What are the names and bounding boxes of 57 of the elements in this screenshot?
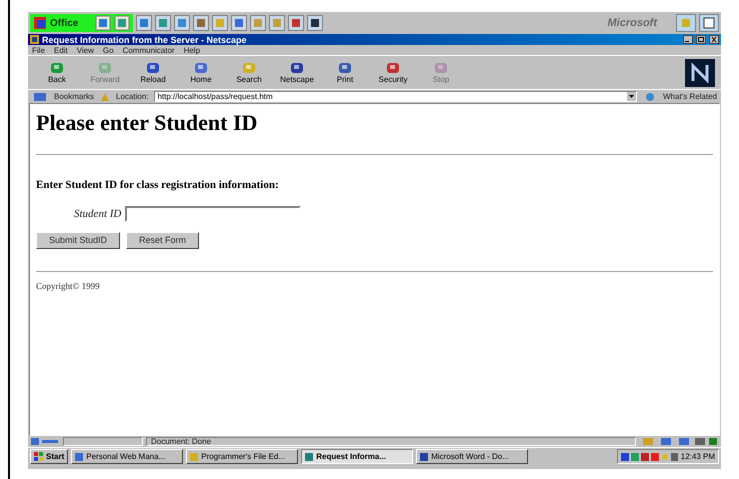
shortcut-icon[interactable] [307, 15, 324, 31]
close-icon[interactable] [709, 35, 719, 44]
toolbar-icon [337, 61, 353, 75]
menu-item[interactable]: Go [102, 46, 114, 54]
maximize-icon[interactable] [696, 35, 706, 44]
toolbar-button[interactable]: Back [34, 58, 80, 88]
start-button[interactable]: Start [30, 449, 68, 464]
clock: 12:43 PM [680, 450, 715, 462]
form-button[interactable]: Submit StudID [36, 232, 120, 249]
toolbar-button[interactable]: Home [178, 58, 224, 88]
toolbar-icon [97, 61, 113, 75]
toolbar-button[interactable]: Reload [130, 58, 176, 88]
shortcut-icon[interactable] [699, 14, 719, 32]
toolbar-button[interactable]: Security [370, 58, 416, 88]
toolbar-button[interactable]: Netscape [274, 58, 320, 88]
dropdown-icon[interactable] [627, 92, 636, 101]
toolbar-icon [145, 61, 161, 75]
toolbar-icon [433, 61, 449, 75]
netscape-logo-icon [685, 58, 715, 86]
window-title: Request Information from the Server - Netscape [42, 34, 247, 44]
form-button[interactable]: Reset Form [126, 232, 200, 249]
bookmark-icon [32, 92, 48, 102]
menu-item[interactable]: Help [184, 46, 200, 54]
minimize-icon[interactable] [683, 35, 693, 44]
taskbar-button[interactable]: Personal Web Mana... [71, 449, 184, 464]
brand-label: Microsoft [608, 16, 658, 31]
app-icon [304, 452, 314, 462]
taskbar-button[interactable]: Request Informa... [301, 449, 414, 464]
toolbar-icon [289, 61, 305, 75]
windows-logo-icon [34, 452, 44, 461]
menu-item[interactable]: Edit [54, 46, 68, 54]
toolbar-icon [193, 61, 209, 75]
whats-related-button[interactable]: What's Related [663, 90, 717, 102]
url-field[interactable]: http://localhost/pass/request.htm [154, 91, 637, 102]
page-heading: Please enter Student ID [36, 110, 258, 136]
toolbar-icon [241, 61, 257, 75]
toolbar-button[interactable]: Print [322, 58, 368, 88]
toolbar-button[interactable]: Search [226, 58, 272, 88]
app-icon [30, 35, 39, 44]
app-icon [419, 452, 430, 462]
field-label: Student ID [74, 206, 122, 222]
location-label: Location: [116, 90, 148, 102]
office-logo-icon [33, 16, 47, 30]
taskbar-button[interactable]: Programmer's File Ed... [186, 449, 298, 464]
app-icon [189, 452, 200, 462]
copyright-text: Copyright© 1999 [36, 280, 101, 293]
related-icon [643, 92, 657, 102]
menu-item[interactable]: File [32, 46, 45, 54]
toolbar-icon [49, 61, 65, 75]
bookmarks-button[interactable]: Bookmarks [54, 90, 94, 102]
menu-item[interactable]: View [76, 46, 94, 54]
menu-item[interactable]: Communicator [122, 46, 175, 54]
status-field: Document: Done [146, 437, 636, 446]
taskbar-button[interactable]: Microsoft Word - Do... [416, 449, 528, 464]
app-icon [74, 452, 84, 462]
toolbar-icon [385, 61, 401, 75]
intro-text: Enter Student ID for class registration information: [36, 178, 280, 193]
